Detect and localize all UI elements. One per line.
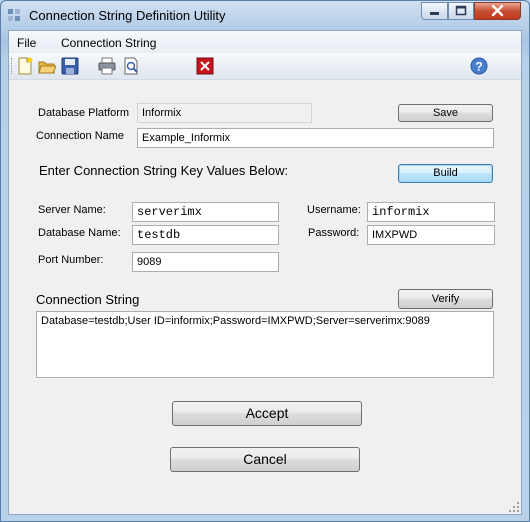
build-button[interactable]: Build: [398, 164, 493, 183]
minimize-icon: [430, 12, 439, 15]
database-name-label: Database Name:: [38, 227, 121, 239]
menu-bar: File Connection String: [9, 31, 521, 53]
close-button[interactable]: [474, 2, 521, 20]
server-name-label: Server Name:: [38, 204, 106, 216]
password-label: Password:: [308, 227, 360, 239]
username-input[interactable]: informix: [367, 202, 495, 222]
platform-field[interactable]: Informix: [137, 103, 312, 123]
port-number-label: Port Number:: [38, 254, 104, 266]
save-button[interactable]: Save: [398, 104, 493, 122]
connection-name-label: Connection Name: [36, 130, 125, 142]
resize-grip-icon[interactable]: [508, 501, 520, 513]
key-values-heading: Enter Connection String Key Values Below…: [39, 163, 289, 178]
platform-label: Database Platform: [38, 107, 130, 119]
maximize-button[interactable]: [448, 2, 474, 20]
connection-name-input[interactable]: Example_Informix: [137, 128, 494, 148]
minimize-button[interactable]: [421, 2, 448, 20]
password-input[interactable]: IMXPWD: [367, 225, 495, 245]
port-number-input[interactable]: 9089: [132, 252, 279, 272]
new-icon[interactable]: [16, 57, 34, 75]
database-name-input[interactable]: testdb: [132, 225, 279, 245]
save-icon[interactable]: [61, 57, 79, 75]
toolbar-grip[interactable]: [11, 58, 14, 74]
connection-string-textarea[interactable]: Database=testdb;User ID=informix;Passwor…: [36, 311, 494, 378]
cancel-button[interactable]: Cancel: [170, 447, 360, 472]
verify-button[interactable]: Verify: [398, 289, 493, 309]
connection-string-heading: Connection String: [36, 292, 140, 307]
toolbar: ?: [9, 53, 521, 80]
print-icon[interactable]: [98, 57, 116, 75]
app-window: Connection String Definition Utility Fil…: [0, 0, 530, 522]
svg-text:?: ?: [475, 60, 482, 74]
window-title: Connection String Definition Utility: [29, 8, 226, 23]
exit-icon[interactable]: [196, 57, 214, 75]
app-icon: [8, 9, 20, 21]
server-name-input[interactable]: serverimx: [132, 202, 279, 222]
menu-file[interactable]: File: [17, 36, 36, 50]
help-icon[interactable]: ?: [470, 57, 488, 75]
print-preview-icon[interactable]: [122, 57, 140, 75]
menu-connection-string[interactable]: Connection String: [61, 36, 156, 50]
open-icon[interactable]: [38, 57, 56, 75]
maximize-icon: [455, 5, 467, 16]
username-label: Username:: [307, 204, 361, 216]
title-bar[interactable]: Connection String Definition Utility: [1, 1, 529, 29]
client-area: File Connection String ? Database Platfo…: [8, 30, 522, 515]
accept-button[interactable]: Accept: [172, 401, 362, 426]
close-icon: [491, 4, 504, 17]
